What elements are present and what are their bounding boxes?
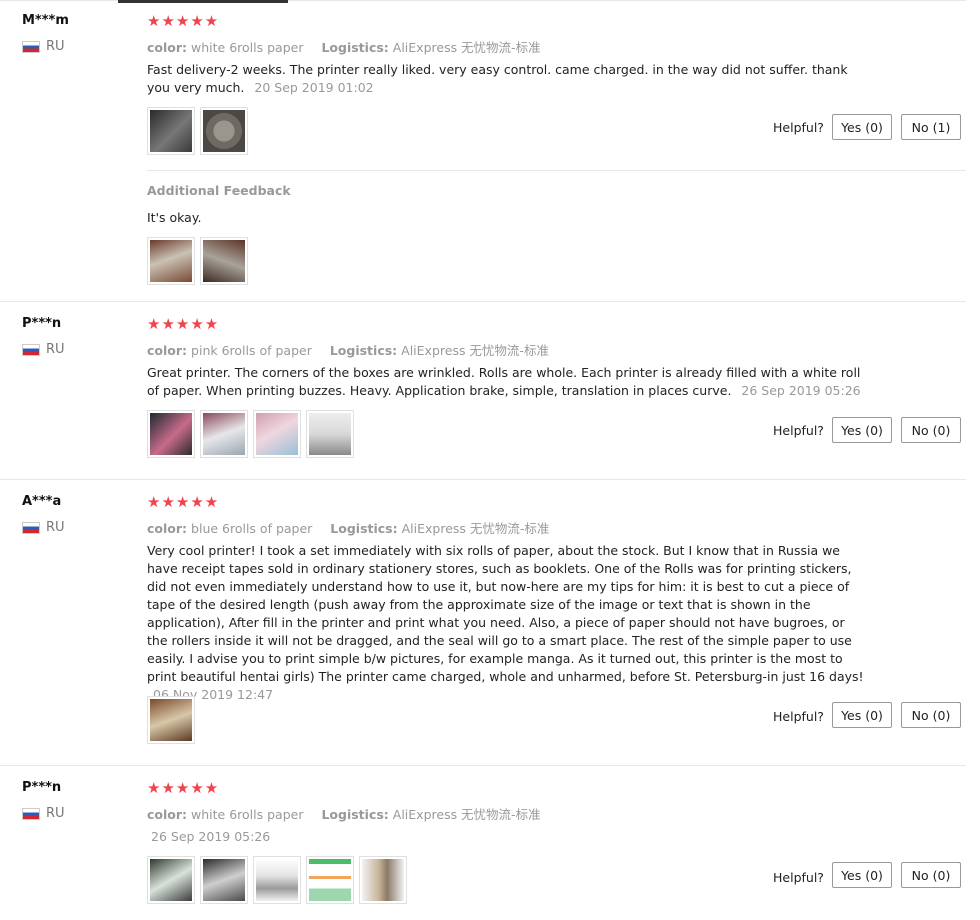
review-photo[interactable] (253, 856, 301, 904)
helpful-label: Helpful? (773, 709, 824, 724)
additional-feedback-title: Additional Feedback (147, 183, 291, 198)
helpful-no-button[interactable]: No (0) (901, 862, 961, 888)
helpful-yes-button[interactable]: Yes (0) (832, 417, 892, 443)
country-code: RU (46, 806, 65, 821)
review-attributes: color: pink 6rolls of paper Logistics: A… (147, 340, 549, 359)
logistics-value: AliExpress 无忧物流-标准 (392, 40, 541, 55)
review-text: Fast delivery-2 weeks. The printer reall… (147, 62, 848, 95)
review-photo[interactable] (306, 410, 354, 458)
review-photo[interactable] (147, 856, 195, 904)
review-photo[interactable] (253, 410, 301, 458)
review-photo[interactable] (147, 237, 195, 285)
reviewer-country: RU (22, 342, 65, 357)
russia-flag-icon (22, 40, 40, 53)
helpful-label: Helpful? (773, 423, 824, 438)
additional-divider (147, 170, 966, 171)
review-text-block: 26 Sep 2019 05:26 (151, 828, 871, 846)
review-text-block: Great printer. The corners of the boxes … (147, 364, 867, 400)
star-rating: ★★★★★ (147, 315, 220, 333)
color-label: color: (147, 40, 188, 55)
review-item: P***n RU ★★★★★ color: white 6rolls paper… (0, 766, 966, 920)
russia-flag-icon (22, 521, 40, 534)
review-photo[interactable] (306, 856, 354, 904)
review-photo[interactable] (359, 856, 407, 904)
russia-flag-icon (22, 807, 40, 820)
logistics-label: Logistics: (321, 40, 389, 55)
country-code: RU (46, 520, 65, 535)
logistics-value: AliExpress 无忧物流-标准 (401, 521, 550, 536)
review-attributes: color: blue 6rolls of paper Logistics: A… (147, 518, 549, 537)
review-photos (147, 410, 354, 458)
color-value: white 6rolls paper (191, 40, 304, 55)
helpful-yes-button[interactable]: Yes (0) (832, 862, 892, 888)
color-value: white 6rolls paper (191, 807, 304, 822)
review-photos (147, 696, 195, 744)
review-attributes: color: white 6rolls paper Logistics: Ali… (147, 37, 541, 56)
helpful-no-button[interactable]: No (1) (901, 114, 961, 140)
review-photo[interactable] (200, 410, 248, 458)
reviewer-country: RU (22, 806, 65, 821)
color-value: pink 6rolls of paper (191, 343, 312, 358)
review-text-block: Very cool printer! I took a set immediat… (147, 542, 867, 704)
review-attributes: color: white 6rolls paper Logistics: Ali… (147, 804, 541, 823)
reviewer-name: M***m (22, 13, 69, 28)
reviewer-country: RU (22, 520, 65, 535)
helpful-no-button[interactable]: No (0) (901, 702, 961, 728)
review-date: 20 Sep 2019 01:02 (254, 80, 374, 95)
reviewer-country: RU (22, 39, 65, 54)
logistics-label: Logistics: (330, 521, 398, 536)
color-value: blue 6rolls of paper (191, 521, 313, 536)
reviewer-name: A***a (22, 494, 62, 509)
helpful-no-button[interactable]: No (0) (901, 417, 961, 443)
additional-photos (147, 237, 248, 285)
review-text: Very cool printer! I took a set immediat… (147, 543, 864, 684)
country-code: RU (46, 342, 65, 357)
review-photo[interactable] (200, 237, 248, 285)
helpful-label: Helpful? (773, 120, 824, 135)
review-item: P***n RU ★★★★★ color: pink 6rolls of pap… (0, 302, 966, 480)
star-rating: ★★★★★ (147, 12, 220, 30)
logistics-label: Logistics: (329, 343, 398, 358)
review-photo[interactable] (147, 410, 195, 458)
review-photos (147, 107, 248, 155)
star-rating: ★★★★★ (147, 779, 220, 797)
review-photo[interactable] (147, 107, 195, 155)
additional-feedback-text: It's okay. (147, 210, 202, 225)
helpful-label: Helpful? (773, 870, 824, 885)
review-photos (147, 856, 407, 904)
logistics-label: Logistics: (321, 807, 389, 822)
review-date: 26 Sep 2019 05:26 (151, 829, 271, 844)
reviewer-name: P***n (22, 316, 62, 331)
color-label: color: (147, 521, 188, 536)
country-code: RU (46, 39, 65, 54)
reviewer-name: P***n (22, 780, 62, 795)
logistics-value: AliExpress 无忧物流-标准 (401, 343, 549, 358)
color-label: color: (147, 807, 188, 822)
review-photo[interactable] (147, 696, 195, 744)
review-date: 26 Sep 2019 05:26 (741, 383, 861, 398)
helpful-yes-button[interactable]: Yes (0) (832, 702, 892, 728)
color-label: color: (147, 343, 188, 358)
logistics-value: AliExpress 无忧物流-标准 (392, 807, 541, 822)
review-item: A***a RU ★★★★★ color: blue 6rolls of pap… (0, 480, 966, 766)
review-photo[interactable] (200, 856, 248, 904)
review-photo[interactable] (200, 107, 248, 155)
star-rating: ★★★★★ (147, 493, 220, 511)
review-item: M***m RU ★★★★★ color: white 6rolls paper… (0, 0, 966, 302)
review-text-block: Fast delivery-2 weeks. The printer reall… (147, 61, 867, 97)
helpful-yes-button[interactable]: Yes (0) (832, 114, 892, 140)
russia-flag-icon (22, 343, 40, 356)
